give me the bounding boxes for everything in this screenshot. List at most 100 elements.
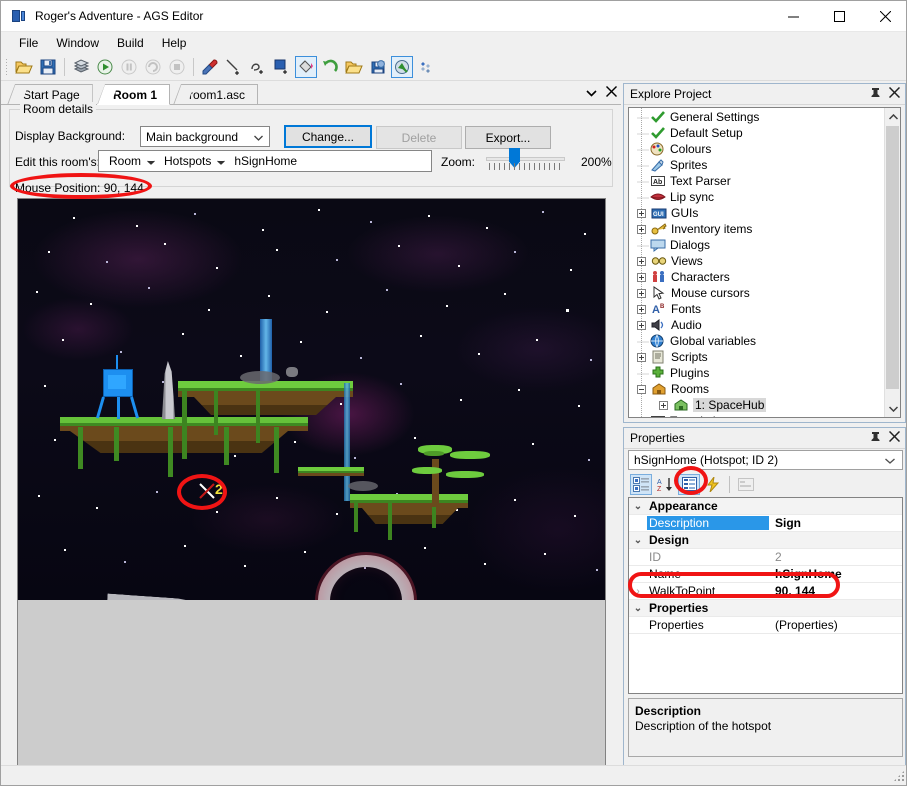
- property-row-description[interactable]: Description Sign: [629, 515, 902, 532]
- pin-icon[interactable]: [870, 87, 881, 102]
- expand-node-icon[interactable]: [637, 256, 646, 266]
- tree-node-general-settings[interactable]: General Settings: [629, 109, 884, 125]
- tree-node-audio[interactable]: Audio: [629, 317, 884, 333]
- close-icon[interactable]: [888, 430, 901, 445]
- property-category-appearance[interactable]: ⌄ Appearance: [629, 498, 902, 515]
- chevron-down-icon[interactable]: [215, 154, 230, 168]
- tree-node-inventory-items[interactable]: Inventory items: [629, 221, 884, 237]
- categorized-view-icon[interactable]: [630, 473, 652, 495]
- close-button[interactable]: [862, 1, 906, 31]
- save-icon[interactable]: [37, 56, 59, 78]
- menu-build[interactable]: Build: [108, 33, 153, 53]
- tree-vertical-scrollbar[interactable]: [884, 108, 900, 417]
- open-folder-icon[interactable]: [13, 56, 35, 78]
- menu-help[interactable]: Help: [153, 33, 196, 53]
- expand-node-icon[interactable]: [637, 304, 646, 314]
- room-canvas-host[interactable]: SUX HOME 2: [17, 198, 606, 785]
- project-tree[interactable]: General Settings Default Setup Colours Spri…: [628, 107, 901, 418]
- draw-line-icon[interactable]: [223, 56, 245, 78]
- walk-to-point-icon[interactable]: [391, 56, 413, 78]
- fill-bucket-icon[interactable]: [295, 56, 317, 78]
- property-pages-icon[interactable]: [678, 473, 700, 495]
- events-lightning-icon[interactable]: [702, 474, 724, 495]
- alphabetical-sort-icon[interactable]: A Z: [654, 474, 676, 495]
- eyedropper-icon[interactable]: [199, 56, 221, 78]
- export-background-button[interactable]: Export...: [465, 126, 551, 149]
- property-value[interactable]: hSignHome: [769, 567, 902, 581]
- expand-node-icon[interactable]: [637, 224, 646, 234]
- settings-dots-icon[interactable]: [415, 56, 437, 78]
- resize-gripper[interactable]: [893, 770, 905, 782]
- tree-node-guis[interactable]: GUI GUIs: [629, 205, 884, 221]
- chevron-down-icon[interactable]: [885, 400, 900, 417]
- property-row-walktopoint[interactable]: › WalkToPoint 90, 144: [629, 583, 902, 600]
- menu-file[interactable]: File: [10, 33, 47, 53]
- expand-node-icon[interactable]: [637, 352, 646, 362]
- tree-node-views[interactable]: Views: [629, 253, 884, 269]
- chevron-down-icon[interactable]: [145, 154, 160, 168]
- toolbar-grip[interactable]: [5, 58, 8, 76]
- tree-node-mouse-cursors[interactable]: Mouse cursors: [629, 285, 884, 301]
- tree-node-global-variables[interactable]: Global variables: [629, 333, 884, 349]
- property-row-properties[interactable]: Properties (Properties): [629, 617, 902, 634]
- tree-node-plugins[interactable]: Plugins: [629, 365, 884, 381]
- breadcrumb-hotspots[interactable]: Hotspots: [160, 154, 215, 168]
- export-icon[interactable]: [367, 56, 389, 78]
- tree-node-dialogs[interactable]: Dialogs: [629, 237, 884, 253]
- close-icon[interactable]: [606, 86, 617, 100]
- import-icon[interactable]: [343, 56, 365, 78]
- tree-node-1-spacehub[interactable]: 1: SpaceHub: [629, 397, 884, 413]
- properties-grid[interactable]: ⌄ Appearance Description Sign ⌄ Design ID 2 Name…: [628, 497, 903, 694]
- property-value[interactable]: 2: [769, 550, 902, 564]
- collapse-category-icon[interactable]: ⌄: [629, 603, 647, 614]
- run-icon[interactable]: [94, 56, 116, 78]
- tab-room1-asc[interactable]: room1.asc: [173, 84, 259, 105]
- property-value[interactable]: Sign: [769, 516, 902, 530]
- properties-object-selector[interactable]: hSignHome (Hotspot; ID 2): [628, 450, 903, 470]
- scrollbar-thumb[interactable]: [886, 126, 899, 389]
- chevron-down-icon[interactable]: [586, 86, 597, 100]
- maximize-button[interactable]: [816, 1, 862, 31]
- chevron-up-icon[interactable]: [885, 108, 900, 125]
- property-value[interactable]: (Properties): [769, 618, 902, 632]
- walk-to-point-marker[interactable]: [198, 482, 216, 500]
- room-background-image[interactable]: SUX HOME 2: [18, 199, 605, 600]
- tree-node-translations[interactable]: Aa Translations: [629, 413, 884, 417]
- tree-node-sprites[interactable]: Sprites: [629, 157, 884, 173]
- tree-node-fonts[interactable]: A B Fonts: [629, 301, 884, 317]
- expand-node-icon[interactable]: [637, 320, 646, 330]
- tree-node-characters[interactable]: Characters: [629, 269, 884, 285]
- breadcrumb-room[interactable]: Room: [105, 154, 145, 168]
- close-icon[interactable]: [888, 86, 901, 101]
- undo-icon[interactable]: [319, 56, 341, 78]
- menu-window[interactable]: Window: [47, 33, 108, 53]
- tree-node-colours[interactable]: Colours: [629, 141, 884, 157]
- change-background-button[interactable]: Change...: [284, 125, 372, 148]
- collapse-category-icon[interactable]: ⌄: [629, 501, 647, 512]
- draw-rectangle-icon[interactable]: [271, 56, 293, 78]
- tree-node-lip-sync[interactable]: Lip sync: [629, 189, 884, 205]
- expand-node-icon[interactable]: [637, 272, 646, 282]
- collapse-category-icon[interactable]: ⌄: [629, 535, 647, 546]
- draw-freehand-icon[interactable]: [247, 56, 269, 78]
- expand-node-icon[interactable]: [637, 208, 646, 218]
- property-value[interactable]: 90, 144: [769, 584, 902, 598]
- build-all-icon[interactable]: [70, 56, 92, 78]
- property-row-id[interactable]: ID 2: [629, 549, 902, 566]
- expand-node-icon[interactable]: [637, 288, 646, 298]
- tree-node-rooms[interactable]: Rooms: [629, 381, 884, 397]
- tab-room-1[interactable]: Room 1: [97, 84, 171, 105]
- property-category-design[interactable]: ⌄ Design: [629, 532, 902, 549]
- display-background-combo[interactable]: Main background: [140, 126, 270, 147]
- tree-node-text-parser[interactable]: Ab Text Parser: [629, 173, 884, 189]
- tree-node-scripts[interactable]: Scripts: [629, 349, 884, 365]
- property-row-name[interactable]: Name hSignHome: [629, 566, 902, 583]
- expand-node-icon[interactable]: [659, 400, 668, 410]
- tree-node-default-setup[interactable]: Default Setup: [629, 125, 884, 141]
- breadcrumb-hsignhome[interactable]: hSignHome: [230, 154, 301, 168]
- collapse-node-icon[interactable]: [637, 384, 646, 394]
- pin-icon[interactable]: [870, 431, 881, 446]
- expand-property-icon[interactable]: ›: [629, 586, 647, 597]
- property-category-properties[interactable]: ⌄ Properties: [629, 600, 902, 617]
- minimize-button[interactable]: [770, 1, 816, 31]
